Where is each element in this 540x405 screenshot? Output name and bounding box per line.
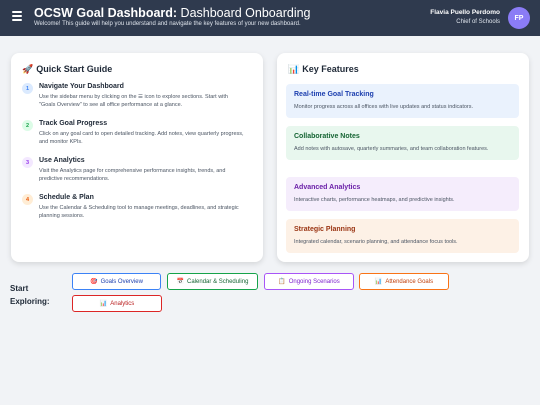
feature-strategic-planning: Strategic Planning Integrated calendar, …	[286, 219, 519, 253]
page-subtitle: Welcome! This guide will help you unders…	[34, 21, 301, 27]
step-number: 4	[22, 194, 33, 205]
analytics-button[interactable]: 📊 Analytics	[72, 295, 162, 312]
feature-description: Interactive charts, performance heatmaps…	[294, 197, 455, 203]
calendar-icon: 📅	[176, 279, 185, 285]
quick-start-title-text: Quick Start Guide	[36, 64, 113, 74]
bar-chart-icon: 📊	[288, 64, 300, 74]
step-title: Use Analytics	[39, 157, 85, 164]
start-label-line1: Start	[10, 284, 29, 293]
start-exploring-label: Start Exploring:	[10, 282, 50, 308]
step-title: Track Goal Progress	[39, 120, 108, 127]
top-header: OCSW Goal Dashboard: Dashboard Onboardin…	[0, 0, 540, 36]
key-features-card: 📊 Key Features Real-time Goal Tracking Mo…	[277, 53, 529, 262]
key-features-title-text: Key Features	[302, 64, 359, 74]
page-title: OCSW Goal Dashboard: Dashboard Onboardin…	[34, 6, 311, 20]
button-label: Calendar & Scheduling	[187, 278, 249, 285]
key-features-title: 📊 Key Features	[288, 64, 359, 75]
bar-chart-icon: 📊	[99, 301, 108, 307]
feature-collaborative-notes: Collaborative Notes Add notes with autos…	[286, 126, 519, 160]
attendance-goals-button[interactable]: 📊 Attendance Goals	[359, 273, 449, 290]
feature-description: Monitor progress across all offices with…	[294, 104, 474, 110]
step-title: Schedule & Plan	[39, 194, 94, 201]
step-description: Visit the Analytics page for comprehensi…	[39, 168, 226, 182]
button-label: Attendance Goals	[385, 278, 434, 285]
title-rest: Dashboard Onboarding	[177, 6, 311, 20]
quick-start-card: 🚀 Quick Start Guide 1 Navigate Your Dashb…	[11, 53, 263, 262]
step-number: 3	[22, 157, 33, 168]
button-label: Analytics	[110, 300, 135, 307]
quick-start-title: 🚀 Quick Start Guide	[22, 64, 112, 75]
title-bold: OCSW Goal Dashboard:	[34, 6, 178, 20]
user-role: Chief of Schools	[456, 19, 500, 25]
ongoing-scenarios-button[interactable]: 📋 Ongoing Scenarios	[264, 273, 354, 290]
feature-title: Collaborative Notes	[294, 133, 360, 140]
feature-title: Real-time Goal Tracking	[294, 91, 374, 98]
feature-description: Integrated calendar, scenario planning, …	[294, 239, 458, 245]
button-label: Ongoing Scenarios	[288, 278, 340, 285]
start-label-line2: Exploring:	[10, 297, 50, 306]
clipboard-icon: 📋	[278, 279, 286, 285]
user-name: Flavia Puello Perdomo	[430, 9, 500, 16]
step-description: Use the sidebar menu by clicking on the …	[39, 94, 228, 108]
bar-chart-icon: 📊	[374, 279, 383, 285]
feature-title: Advanced Analytics	[294, 184, 361, 191]
calendar-scheduling-button[interactable]: 📅 Calendar & Scheduling	[167, 273, 258, 290]
step-description: Click on any goal card to open detailed …	[39, 131, 244, 145]
feature-advanced-analytics: Advanced Analytics Interactive charts, p…	[286, 177, 519, 211]
feature-realtime-tracking: Real-time Goal Tracking Monitor progress…	[286, 84, 519, 118]
step-title: Navigate Your Dashboard	[39, 83, 124, 90]
target-icon: 🎯	[90, 279, 98, 285]
feature-description: Add notes with autosave, quarterly summa…	[294, 146, 489, 152]
rocket-icon: 🚀	[22, 64, 34, 74]
step-number: 1	[22, 83, 33, 94]
hamburger-icon[interactable]	[12, 11, 22, 21]
button-label: Goals Overview	[100, 278, 143, 285]
goals-overview-button[interactable]: 🎯 Goals Overview	[72, 273, 161, 290]
avatar[interactable]: FP	[508, 7, 530, 29]
feature-title: Strategic Planning	[294, 226, 356, 233]
step-number: 2	[22, 120, 33, 131]
step-description: Use the Calendar & Scheduling tool to ma…	[39, 205, 239, 219]
